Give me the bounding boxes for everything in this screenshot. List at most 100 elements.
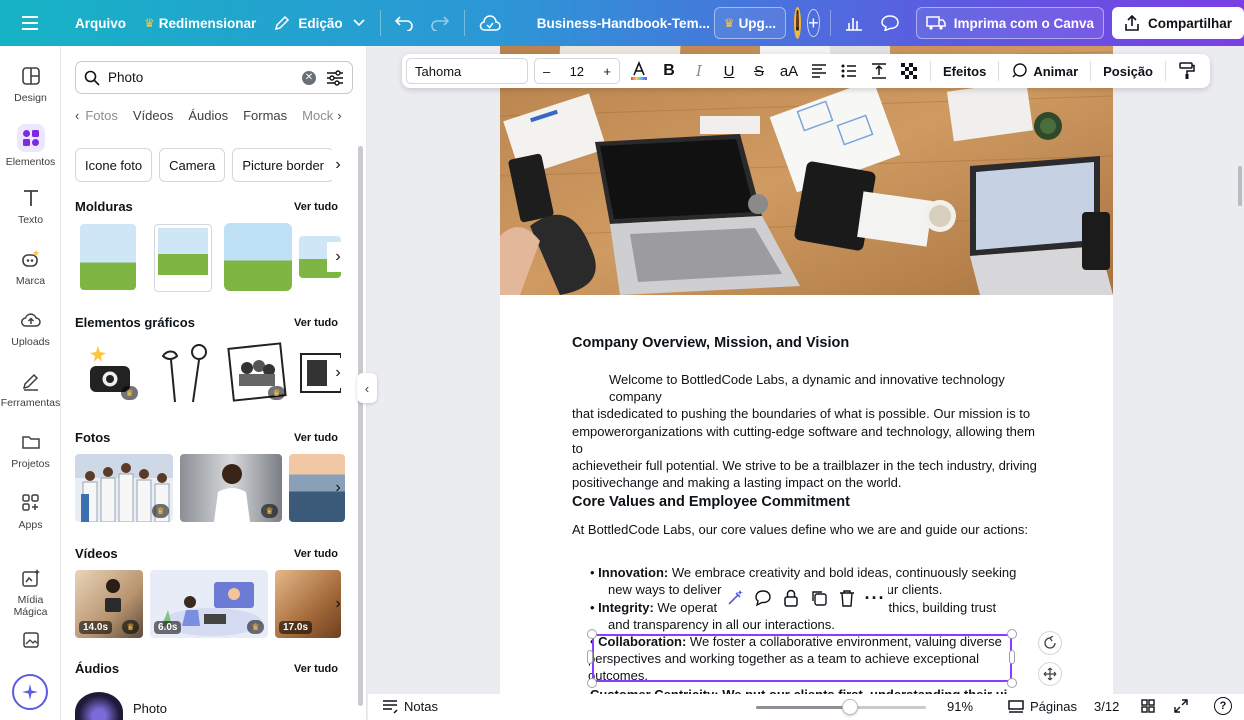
pages-button[interactable]: Páginas (1008, 699, 1077, 714)
resize-handle[interactable] (587, 629, 597, 639)
rail-item-magic-media[interactable]: Mídia Mágica (0, 568, 61, 618)
paragraph-core-values[interactable]: At BottledCode Labs, our core values def… (572, 521, 1042, 538)
chevron-right-icon[interactable]: › (337, 108, 341, 123)
rail-item-brand[interactable]: Marca (0, 249, 61, 287)
comment-plus-icon[interactable] (754, 589, 772, 607)
lock-icon[interactable] (782, 589, 800, 607)
video-thumb[interactable]: 14.0s ♛ (75, 570, 143, 638)
help-button[interactable]: ? (1214, 697, 1232, 715)
comments-button[interactable] (872, 7, 908, 39)
graphic-thumb[interactable]: ♛ (80, 340, 142, 404)
frame-thumb[interactable] (224, 223, 292, 291)
move-icon[interactable] (1038, 662, 1062, 686)
tab-photos[interactable]: Fotos (85, 108, 118, 123)
underline-button[interactable]: U (714, 58, 744, 84)
share-button[interactable]: Compartilhar (1111, 7, 1244, 39)
redo-button[interactable] (422, 7, 458, 39)
photo-thumb[interactable]: ♛ (180, 454, 282, 522)
trash-icon[interactable] (838, 589, 856, 607)
video-thumb[interactable]: 6.0s ♛ (150, 570, 268, 638)
collapse-panel-button[interactable]: ‹ (357, 373, 377, 403)
see-all-photos[interactable]: Ver tudo (294, 432, 338, 444)
transparency-button[interactable] (894, 58, 924, 84)
graphics-next-button[interactable]: › (327, 358, 349, 388)
bullet-customer-partial[interactable]: Customer Centricity: We put our clients … (590, 686, 1020, 694)
see-all-frames[interactable]: Ver tudo (294, 201, 338, 213)
photos-next-button[interactable]: › (327, 473, 349, 503)
chip-picture-border[interactable]: Picture border (232, 148, 335, 182)
clear-search-icon[interactable]: ✕ (302, 70, 316, 85)
rail-item-tools[interactable]: Ferramentas (0, 371, 61, 409)
position-button[interactable]: Posição (1097, 64, 1159, 79)
animate-button[interactable]: Animar (1005, 63, 1084, 79)
chips-next-button[interactable]: › (327, 150, 349, 180)
copy-style-button[interactable] (1172, 58, 1202, 84)
add-collaborator-button[interactable]: + (807, 9, 820, 37)
paragraph-overview[interactable]: Welcome to BottledCode Labs, a dynamic a… (572, 371, 1042, 491)
increase-size-button[interactable]: + (603, 64, 611, 79)
italic-button[interactable]: I (684, 58, 714, 84)
chip-icon-photo[interactable]: Icone foto (75, 148, 153, 182)
search-input[interactable]: Photo ✕ (75, 61, 353, 94)
font-family-dropdown[interactable]: Tahoma (406, 58, 528, 84)
audio-title[interactable]: Photo (133, 701, 167, 716)
list-button[interactable] (834, 58, 864, 84)
avatar[interactable] (794, 7, 802, 39)
doc-title[interactable]: Business-Handbook-Tem... (528, 7, 710, 39)
decrease-size-button[interactable]: – (543, 64, 550, 79)
chevron-left-icon[interactable]: ‹ (75, 108, 79, 123)
zoom-slider-thumb[interactable] (841, 699, 858, 715)
magic-assistant-button[interactable] (12, 674, 48, 710)
rail-item-text[interactable]: Texto (0, 188, 61, 226)
videos-next-button[interactable]: › (327, 589, 349, 619)
fullscreen-button[interactable] (1174, 699, 1188, 716)
bold-button[interactable]: B (654, 58, 684, 84)
zoom-slider[interactable] (756, 699, 926, 715)
rail-item-projects[interactable]: Projetos (0, 432, 61, 470)
chip-camera[interactable]: Camera (159, 148, 226, 182)
tab-mockups[interactable]: Mock (302, 108, 333, 123)
magic-edit-icon[interactable] (726, 589, 744, 607)
rail-item-elements[interactable]: Elementos (0, 124, 61, 168)
graphic-thumb[interactable]: ♛ (225, 340, 289, 404)
print-button[interactable]: Imprima com o Canva (915, 7, 1104, 39)
frame-thumb[interactable] (154, 224, 212, 292)
file-menu[interactable]: Arquivo (66, 7, 135, 39)
tab-videos[interactable]: Vídeos (133, 108, 173, 123)
selection-box[interactable] (592, 634, 1012, 682)
frame-thumb[interactable] (80, 224, 136, 290)
zoom-value[interactable]: 91% (947, 699, 973, 714)
strikethrough-button[interactable]: S (744, 58, 774, 84)
grid-view-button[interactable] (1141, 699, 1155, 716)
heading-overview[interactable]: Company Overview, Mission, and Vision (572, 335, 849, 351)
font-size-stepper[interactable]: – 12 + (534, 58, 620, 84)
effects-button[interactable]: Efeitos (937, 64, 992, 79)
panel-scrollbar[interactable] (358, 146, 363, 706)
text-color-button[interactable] (624, 58, 654, 84)
resize-button[interactable]: ♛ Redimensionar (135, 7, 265, 39)
more-options-icon[interactable]: ··· (865, 588, 885, 608)
menu-button[interactable] (0, 7, 58, 39)
upgrade-button[interactable]: ♛ Upg... (713, 7, 787, 39)
undo-button[interactable] (386, 7, 422, 39)
resize-handle[interactable] (1007, 629, 1017, 639)
heading-core-values[interactable]: Core Values and Employee Commitment (572, 494, 850, 510)
insights-button[interactable] (836, 7, 872, 39)
resize-handle-side[interactable] (1009, 650, 1015, 664)
rail-item-apps[interactable]: Apps (0, 493, 61, 531)
spacing-button[interactable] (864, 58, 894, 84)
rail-item-uploads[interactable]: Uploads (0, 310, 61, 348)
resize-handle[interactable] (1007, 678, 1017, 688)
font-size-value[interactable]: 12 (570, 64, 584, 79)
resize-handle[interactable] (587, 678, 597, 688)
canvas-scrollbar[interactable] (1238, 166, 1242, 206)
cloud-save-button[interactable] (470, 7, 510, 39)
tab-audios[interactable]: Áudios (188, 108, 228, 123)
rotate-icon[interactable] (1038, 631, 1062, 655)
see-all-videos[interactable]: Ver tudo (294, 548, 338, 560)
audio-cover[interactable] (75, 692, 123, 720)
see-all-graphics[interactable]: Ver tudo (294, 317, 338, 329)
see-all-audios[interactable]: Ver tudo (294, 663, 338, 675)
letter-case-button[interactable]: aA (774, 58, 804, 84)
edit-menu[interactable]: Edição (265, 7, 373, 39)
